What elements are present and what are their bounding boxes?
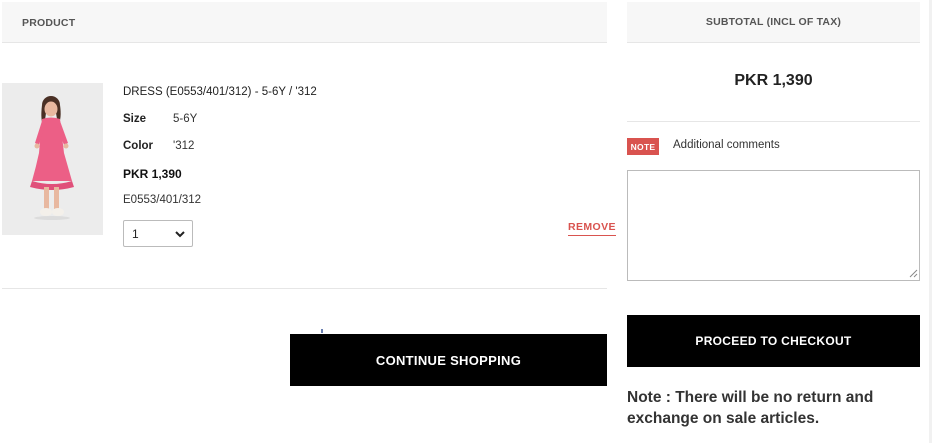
summary-divider [627,121,920,122]
resize-handle-icon[interactable] [908,268,918,278]
quantity-select[interactable]: 1 [123,220,193,247]
note-badge: NOTE [627,138,659,155]
decorative-mark [321,329,323,333]
size-value: 5-6Y [173,113,198,125]
quantity-value: 1 [132,227,139,241]
additional-comments-label: Additional comments [673,139,780,151]
product-price: PKR 1,390 [123,167,182,181]
subtotal-header-label: SUBTOTAL (INCL OF TAX) [705,16,842,28]
remove-item-link[interactable]: REMOVE [568,221,616,236]
product-column-header: PRODUCT [22,17,76,29]
row-divider [2,288,607,289]
product-name-link[interactable]: DRESS (E0553/401/312) - 5-6Y / '312 [123,86,317,98]
additional-comments-textarea[interactable] [627,170,920,281]
product-sku: E0553/401/312 [123,194,202,206]
subtotal-header: SUBTOTAL (INCL OF TAX) [627,2,920,43]
sale-return-policy-note: Note : There will be no return and excha… [627,389,874,427]
continue-shopping-button[interactable]: CONTINUE SHOPPING [290,334,607,386]
product-thumbnail[interactable] [2,83,103,235]
color-label: Color [123,140,154,152]
size-attribute: Size 5-6Y [123,113,197,125]
subtotal-amount: PKR 1,390 [734,72,813,89]
cart-table-header: PRODUCT [2,2,607,43]
size-label: Size [123,113,147,125]
chevron-down-icon [175,231,185,238]
color-attribute: Color '312 [123,140,194,152]
color-value: '312 [173,140,195,152]
pink-dress-photo-icon [2,83,103,235]
proceed-to-checkout-button[interactable]: PROCEED TO CHECKOUT [627,315,920,367]
